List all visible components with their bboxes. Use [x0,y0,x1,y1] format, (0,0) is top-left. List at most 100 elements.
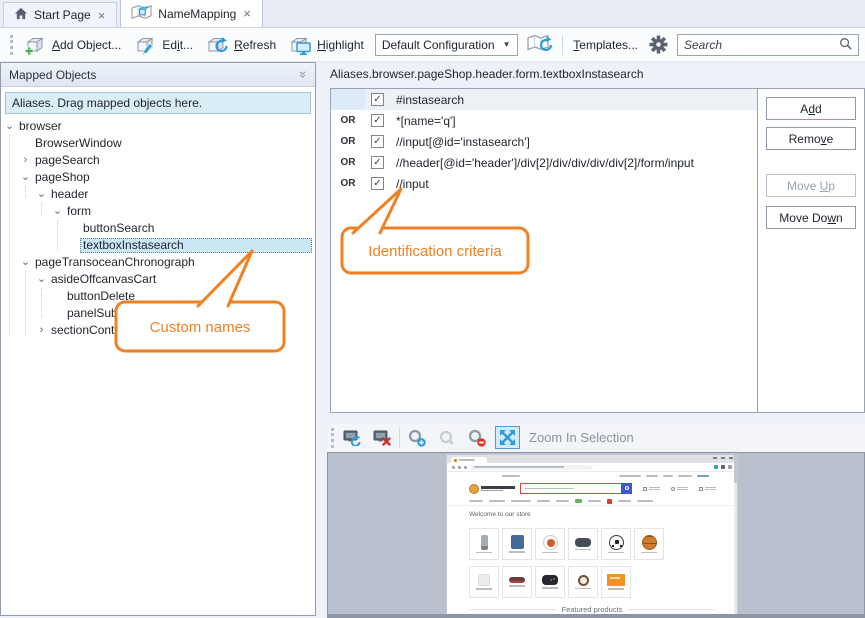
criteria-row[interactable]: OR ✓ //input[@id='instasearch'] [331,131,757,152]
tree-item-form[interactable]: ⌄form [1,203,315,220]
criteria-row[interactable]: OR ✓ *[name='q'] [331,110,757,131]
configuration-dropdown[interactable]: Default Configuration ▼ [375,34,518,56]
add-object-cube-plus-icon [24,35,47,55]
templates-button[interactable]: Templates... [571,36,640,54]
chevron-expanded-icon[interactable]: ⌄ [19,169,32,186]
criteria-value[interactable]: //input [396,177,429,191]
preview-category-tile-golf [469,566,499,598]
tab-label: NameMapping [158,7,236,21]
criteria-row[interactable]: OR ✓ //header[@id='header']/div[2]/div/d… [331,152,757,173]
preview-store-search-highlighted [520,483,632,494]
refresh-button[interactable]: Refresh [204,33,278,57]
toolbar-grip[interactable] [10,35,13,55]
remove-button[interactable]: Remove [766,127,856,150]
checkbox-checked[interactable]: ✓ [371,177,384,190]
reload-configurations-map-icon[interactable] [527,32,553,57]
search-input[interactable] [684,38,839,52]
add-object-button[interactable]: Add Object... [22,33,123,57]
home-icon [14,7,28,23]
preview-browser-tab [451,457,487,463]
move-down-button[interactable]: Move Down [766,206,856,229]
preview-sale-badge [607,499,612,504]
tree-item-panelsubtotal[interactable]: panelSubt [1,305,315,322]
highlight-label: Highlight [317,38,364,52]
zoom-in-icon[interactable] [405,426,430,449]
tree-item-pageshop[interactable]: ⌄pageShop [1,169,315,186]
checkbox-checked[interactable]: ✓ [371,93,384,106]
preview-store-nav [447,497,737,506]
add-button[interactable]: Add [766,97,856,120]
delete-image-icon[interactable] [369,426,394,449]
refresh-label: Refresh [234,38,276,52]
criteria-value[interactable]: #instasearch [396,93,464,107]
close-icon[interactable]: × [242,7,252,20]
checkbox-checked[interactable]: ✓ [371,156,384,169]
criteria-value[interactable]: *[name='q'] [396,114,456,128]
aliases-hint: Aliases. Drag mapped objects here. [12,96,202,110]
move-up-button: Move Up [766,174,856,197]
criteria-value[interactable]: //input[@id='instasearch'] [396,135,530,149]
close-icon[interactable]: × [97,9,107,22]
object-preview-panel[interactable]: Welcome to our store Featured products [327,452,865,618]
chevron-down-icon: ▼ [503,40,511,49]
checkbox-checked[interactable]: ✓ [371,135,384,148]
highlight-button[interactable]: Highlight [287,33,366,57]
tree-item-asideoffcanvascart[interactable]: ⌄asideOffcanvasCart [1,271,315,288]
preview-store-search-button [621,483,632,494]
criteria-value[interactable]: //header[@id='header']/div[2]/div/div/di… [396,156,694,170]
selected-object-path: Aliases.browser.pageShop.header.form.tex… [330,67,644,81]
toolbar-separator [562,35,563,55]
chevron-collapsed-icon[interactable]: › [35,322,48,339]
zoom-out-icon[interactable] [465,426,490,449]
zoom-in-selection-icon[interactable] [495,426,520,449]
chevron-expanded-icon[interactable]: ⌄ [3,118,16,135]
identification-criteria-list: ✓ #instasearch OR ✓ *[name='q'] OR ✓ //i… [330,88,758,413]
checkbox-checked[interactable]: ✓ [371,114,384,127]
tree-item-buttondelete[interactable]: buttonDelete [1,288,315,305]
preview-welcome-heading: Welcome to our store [447,506,737,518]
tree-item-header[interactable]: ⌄header [1,186,315,203]
highlight-cube-monitor-icon [289,35,312,55]
tree-item-pagesearch[interactable]: ›pageSearch [1,152,315,169]
criteria-row[interactable]: ✓ #instasearch [331,89,757,110]
edit-cube-pencil-icon [134,35,157,55]
chevron-collapsed-icon[interactable]: › [19,152,32,169]
chevron-expanded-icon[interactable]: ⌄ [35,186,48,203]
toolbar-grip[interactable] [331,428,334,448]
tab-namemapping[interactable]: NameMapping × [120,0,263,27]
search-field[interactable] [677,34,859,56]
preview-featured-products-row [447,614,737,618]
preview-browser-chrome [447,455,737,463]
search-icon[interactable] [839,37,852,53]
criteria-row[interactable]: OR ✓ //input [331,173,757,194]
tree-item-browser[interactable]: ⌄browser [1,118,315,135]
tab-start-page[interactable]: Start Page × [3,2,117,27]
chevron-expanded-icon[interactable]: ⌄ [19,254,32,271]
zoom-mode-label: Zoom In Selection [529,430,634,445]
mapped-objects-header: Mapped Objects » [1,63,315,87]
edit-button[interactable]: Edit... [132,33,195,57]
chevron-expanded-icon[interactable]: ⌄ [51,203,64,220]
tab-label: Start Page [34,8,91,22]
preview-window-controls [713,457,733,459]
tree-item-pagetransoceanchronograph[interactable]: ⌄pageTransoceanChronograph [1,254,315,271]
refresh-image-icon[interactable] [339,426,364,449]
preview-category-tile-sunglasses [502,566,532,598]
preview-new-badge [575,499,582,503]
preview-category-tiles-row1 [447,522,737,560]
configuration-value: Default Configuration [382,38,495,52]
tree-item-sectioncontent[interactable]: ›sectionConte [1,322,315,339]
preview-featured-heading: Featured products [562,605,623,614]
tree-item-textboxinstasearch[interactable]: textboxInstasearch [1,237,315,254]
chevron-expanded-icon[interactable]: ⌄ [35,271,48,288]
tree-item-browserwindow[interactable]: BrowserWindow [1,135,315,152]
gear-icon[interactable] [649,35,668,54]
preview-url-field [470,465,593,470]
preview-browser-screenshot: Welcome to our store Featured products [446,454,738,618]
collapse-panel-icon[interactable]: » [296,71,311,78]
preview-category-tile-furniture [535,528,565,560]
tree-item-buttonsearch[interactable]: buttonSearch [1,220,315,237]
preview-category-tile-giftcard [601,566,631,598]
mapped-objects-tree: ⌄browser BrowserWindow ›pageSearch ⌄page… [1,118,315,339]
aliases-drop-area[interactable]: Aliases. Drag mapped objects here. [5,92,311,114]
